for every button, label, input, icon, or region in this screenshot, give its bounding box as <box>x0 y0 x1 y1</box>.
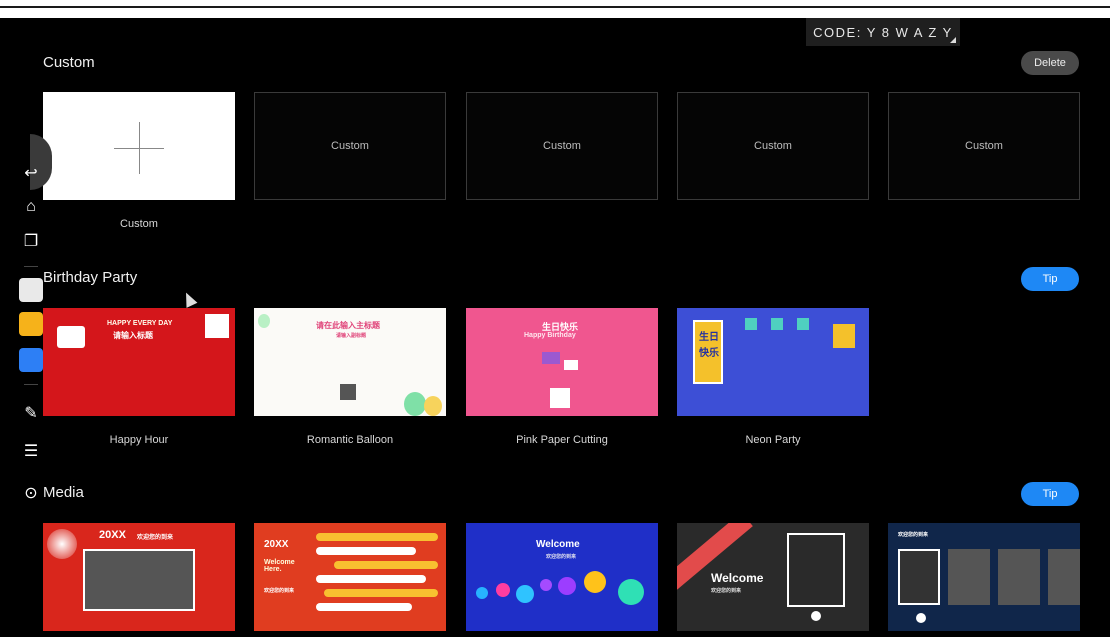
photo-frame <box>83 549 195 611</box>
add-custom-card[interactable] <box>43 92 235 200</box>
qr-code-icon <box>205 314 229 338</box>
thumb-text: 生日 <box>699 332 719 343</box>
chat-bubble <box>316 603 412 611</box>
balloon-icon <box>558 577 576 595</box>
template-pink-paper-cutting[interactable]: 生日快乐 Happy Birthday <box>466 308 658 416</box>
thumb-text: Welcome <box>536 539 580 550</box>
corner-triangle-icon <box>950 37 956 43</box>
photo-frame <box>998 549 1040 605</box>
balloon-icon <box>424 396 442 416</box>
template-media-5[interactable]: 欢迎您的到来 <box>888 523 1080 631</box>
chat-bubble <box>334 561 438 569</box>
qr-code-icon <box>550 388 570 408</box>
custom-slot-4[interactable]: Custom <box>888 92 1080 200</box>
template-media-3[interactable]: Welcome 欢迎您的到来 <box>466 523 658 631</box>
template-caption: Happy Hour <box>109 434 169 446</box>
balloon-icon <box>476 587 488 599</box>
record-icon <box>811 611 821 621</box>
template-caption: Pink Paper Cutting <box>516 434 608 446</box>
gift-icon <box>771 318 783 330</box>
more-icon[interactable]: ⊙ <box>18 480 44 506</box>
home-icon[interactable]: ⌂ <box>18 194 44 220</box>
thumb-text: 请输入标题 <box>113 331 153 340</box>
qr-code-icon <box>340 384 356 400</box>
chat-bubble <box>324 589 438 597</box>
template-media-4[interactable]: Welcome 欢迎您的到来 <box>677 523 869 631</box>
photo-frame <box>898 549 940 605</box>
balloon-icon <box>404 392 426 416</box>
code-tag: CODE: Y 8 W A Z Y <box>806 18 960 46</box>
thumb-text: 请输入副标题 <box>336 333 367 339</box>
template-media-1[interactable]: 20XX 欢迎您的到来 <box>43 523 235 631</box>
sun-glow <box>47 529 77 559</box>
neon-sign: 生日 快乐 <box>693 320 723 384</box>
template-caption: Romantic Balloon <box>306 434 394 446</box>
top-border <box>0 6 1110 8</box>
thumb-text: Welcome Here. <box>264 559 295 573</box>
photo-frame <box>948 549 990 605</box>
thumb-text: 欢迎您的到来 <box>546 554 577 560</box>
custom-slot-1[interactable]: Custom <box>254 92 446 200</box>
settings-icon[interactable]: ☰ <box>18 438 44 464</box>
birthday-tip-button[interactable]: Tip <box>1021 267 1079 291</box>
balloon-icon <box>540 579 552 591</box>
template-happy-hour[interactable]: HAPPY EVERY DAY 请输入标题 <box>43 308 235 416</box>
gift-icon <box>745 318 757 330</box>
section-title-custom: Custom <box>43 54 95 71</box>
thumb-text: 20XX <box>99 529 126 541</box>
template-screen: CODE: Y 8 W A Z Y Custom Delete Custom C… <box>0 18 1110 637</box>
record-icon <box>916 613 926 623</box>
photo-frame <box>787 533 845 607</box>
gift-icon <box>797 318 809 330</box>
red-stripe <box>677 523 753 597</box>
code-label: CODE: Y 8 W A Z Y <box>813 24 953 40</box>
delete-button[interactable]: Delete <box>1021 51 1079 75</box>
thumb-text: 欢迎您的到来 <box>898 532 929 538</box>
windows-icon[interactable]: ❐ <box>18 228 44 254</box>
thumb-text: HAPPY EVERY DAY <box>107 320 173 327</box>
template-romantic-balloon[interactable]: 请在此输入主标题 请输入副标题 <box>254 308 446 416</box>
pen-icon[interactable]: ✎ <box>18 400 44 426</box>
custom-slot-3[interactable]: Custom <box>677 92 869 200</box>
left-toolbar: ↩ ⌂ ❐ ✎ ☰ ⊙ <box>14 154 50 514</box>
balloon-icon <box>258 314 270 328</box>
balloon-icon <box>584 571 606 593</box>
balloon-icon <box>516 585 534 603</box>
thumb-text: 欢迎您的到来 <box>137 535 174 541</box>
template-caption: Neon Party <box>745 434 801 446</box>
mouse-pointer-icon <box>180 290 198 308</box>
template-media-2[interactable]: 20XX Welcome Here. 欢迎您的到来 <box>254 523 446 631</box>
media-tip-button[interactable]: Tip <box>1021 482 1079 506</box>
whiteboard-icon[interactable] <box>19 278 43 302</box>
gift-icon <box>57 326 85 348</box>
thumb-text: 20XX <box>264 539 289 550</box>
chat-bubble <box>316 533 438 541</box>
template-neon-party[interactable]: 生日 快乐 <box>677 308 869 416</box>
chat-bubble <box>316 575 426 583</box>
thumb-text: 请在此输入主标题 <box>316 321 380 330</box>
thumb-text: 欢迎您的到来 <box>711 588 742 594</box>
photo-frame <box>1048 549 1080 605</box>
notes-icon[interactable] <box>19 312 43 336</box>
gift-icon <box>564 360 578 370</box>
section-title-birthday: Birthday Party <box>43 269 138 286</box>
custom-slot-2[interactable]: Custom <box>466 92 658 200</box>
gift-icon <box>542 352 560 364</box>
thumb-text: 欢迎您的到来 <box>264 588 295 594</box>
thumb-text: Welcome <box>711 571 764 585</box>
apps-icon[interactable] <box>19 348 43 372</box>
chat-bubble <box>316 547 416 555</box>
thumb-text: Happy Birthday <box>524 332 576 339</box>
balloon-icon <box>618 579 644 605</box>
balloon-icon <box>496 583 510 597</box>
back-icon[interactable]: ↩ <box>18 160 44 186</box>
add-custom-caption: Custom <box>120 218 158 230</box>
thumb-text: 快乐 <box>699 348 719 359</box>
qr-code-icon <box>833 324 855 348</box>
